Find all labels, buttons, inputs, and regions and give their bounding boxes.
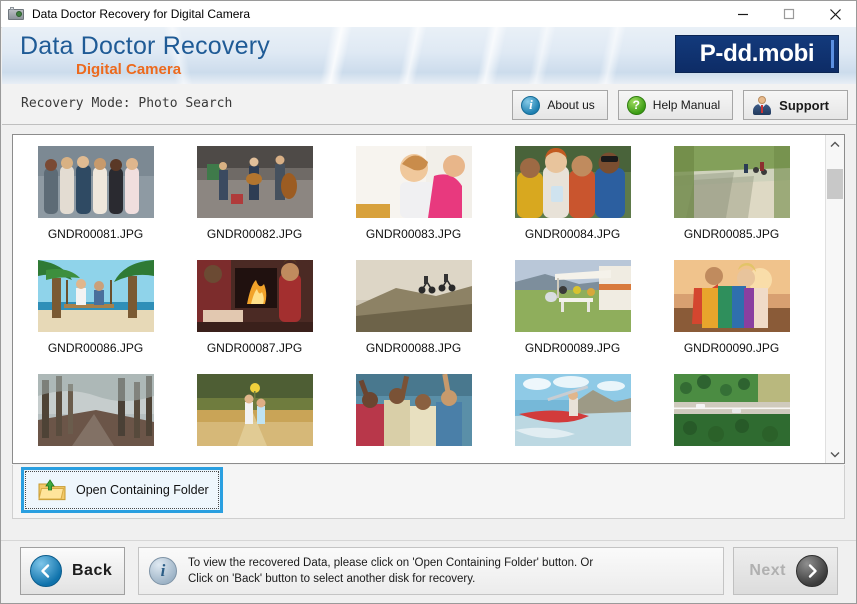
thumbnail-image[interactable] — [673, 374, 790, 446]
support-label: Support — [779, 97, 829, 113]
scroll-down-button[interactable] — [826, 445, 844, 463]
thumbnail-filename: GNDR00088.JPG — [365, 341, 462, 355]
thumbnail-image[interactable] — [514, 146, 631, 218]
window-controls — [720, 1, 856, 27]
back-button[interactable]: Back — [20, 547, 125, 595]
thumbnail-image[interactable] — [37, 374, 154, 446]
thumbnail-image[interactable] — [673, 260, 790, 332]
thumbnail-row: GNDR00081.JPG GNDR00082.JPG GNDR00083.JP… — [13, 142, 825, 256]
logo-accent-bar — [831, 40, 834, 68]
brand-logo-text: P-dd.mobi — [699, 40, 815, 67]
brand-logo: P-dd.mobi — [675, 35, 839, 73]
help-manual-label: Help Manual — [652, 98, 721, 112]
thumbnail-image[interactable] — [355, 146, 472, 218]
thumbnail-filename: GNDR00083.JPG — [365, 227, 462, 241]
thumbnail-image[interactable] — [37, 260, 154, 332]
open-containing-folder-label: Open Containing Folder — [76, 483, 209, 497]
thumbnail-item[interactable] — [655, 370, 808, 463]
footer-bar: Back i To view the recovered Data, pleas… — [1, 540, 856, 603]
about-us-button[interactable]: i About us — [512, 90, 608, 120]
recovery-mode-bar: Recovery Mode: Photo Search i About us ?… — [2, 84, 856, 125]
title-bar: Data Doctor Recovery for Digital Camera — [1, 1, 856, 28]
recovered-files-panel: GNDR00081.JPG GNDR00082.JPG GNDR00083.JP… — [12, 134, 845, 464]
thumbnail-item[interactable] — [496, 370, 649, 463]
help-manual-button[interactable]: ? Help Manual — [617, 90, 734, 120]
thumbnail-item[interactable] — [178, 370, 331, 463]
thumbnail-filename: GNDR00090.JPG — [683, 341, 780, 355]
folder-upload-icon — [38, 478, 66, 502]
maximize-button[interactable] — [766, 1, 812, 27]
thumbnail-image[interactable] — [355, 260, 472, 332]
thumbnail-row — [13, 370, 825, 463]
thumbnail-item[interactable]: GNDR00081.JPG — [19, 142, 172, 256]
thumbnail-item[interactable]: GNDR00090.JPG — [655, 256, 808, 370]
vertical-scrollbar[interactable] — [825, 135, 844, 463]
open-containing-folder-button[interactable]: Open Containing Folder — [25, 471, 219, 509]
back-button-label: Back — [72, 562, 113, 579]
thumbnail-item[interactable]: GNDR00082.JPG — [178, 142, 331, 256]
question-icon: ? — [626, 95, 646, 115]
support-button[interactable]: Support — [743, 90, 848, 120]
thumbnail-image[interactable] — [514, 260, 631, 332]
thumbnail-image[interactable] — [673, 146, 790, 218]
thumbnail-image[interactable] — [514, 374, 631, 446]
info-message-line1: To view the recovered Data, please click… — [188, 557, 594, 569]
thumbnail-image[interactable] — [37, 146, 154, 218]
thumbnail-image[interactable] — [196, 374, 313, 446]
next-button-label: Next — [749, 562, 786, 579]
camera-icon — [8, 6, 24, 22]
chevron-left-circle-icon — [30, 555, 62, 587]
info-message-line2: Click on 'Back' button to select another… — [188, 573, 476, 585]
thumbnail-image[interactable] — [196, 146, 313, 218]
next-button[interactable]: Next — [733, 547, 838, 595]
close-button[interactable] — [812, 1, 856, 27]
thumbnail-item[interactable] — [19, 370, 172, 463]
thumbnail-filename: GNDR00082.JPG — [206, 227, 303, 241]
scroll-up-button[interactable] — [826, 135, 844, 153]
thumbnail-filename: GNDR00086.JPG — [47, 341, 144, 355]
thumbnail-filename: GNDR00084.JPG — [524, 227, 621, 241]
about-us-label: About us — [547, 98, 595, 112]
thumbnail-item[interactable]: GNDR00086.JPG — [19, 256, 172, 370]
thumbnail-grid: GNDR00081.JPG GNDR00082.JPG GNDR00083.JP… — [13, 135, 825, 463]
thumbnail-item[interactable]: GNDR00083.JPG — [337, 142, 490, 256]
thumbnail-filename: GNDR00087.JPG — [206, 341, 303, 355]
info-message-box: i To view the recovered Data, please cli… — [138, 547, 724, 595]
application-window: Data Doctor Recovery for Digital Camera … — [0, 0, 857, 604]
action-bar: Open Containing Folder — [12, 465, 845, 519]
thumbnail-item[interactable] — [337, 370, 490, 463]
banner-title: Data Doctor Recovery — [20, 32, 270, 60]
thumbnail-filename: GNDR00081.JPG — [47, 227, 144, 241]
scrollbar-thumb[interactable] — [827, 169, 843, 199]
header-button-group: i About us ? Help Manual Support — [512, 90, 848, 120]
support-person-icon — [752, 95, 772, 115]
thumbnail-filename: GNDR00089.JPG — [524, 341, 621, 355]
thumbnail-item[interactable]: GNDR00088.JPG — [337, 256, 490, 370]
thumbnail-item[interactable]: GNDR00089.JPG — [496, 256, 649, 370]
thumbnail-image[interactable] — [196, 260, 313, 332]
info-message-text: To view the recovered Data, please click… — [188, 555, 593, 587]
app-banner: Data Doctor Recovery Digital Camera P-dd… — [2, 27, 856, 84]
info-icon: i — [521, 95, 541, 115]
minimize-button[interactable] — [720, 1, 766, 27]
thumbnail-item[interactable]: GNDR00087.JPG — [178, 256, 331, 370]
thumbnail-image[interactable] — [355, 374, 472, 446]
chevron-right-circle-icon — [796, 555, 828, 587]
thumbnail-item[interactable]: GNDR00085.JPG — [655, 142, 808, 256]
banner-subtitle: Digital Camera — [76, 61, 182, 78]
thumbnail-row: GNDR00086.JPG GNDR00087.JPG GNDR00088.JP… — [13, 256, 825, 370]
info-icon: i — [149, 557, 177, 585]
window-title: Data Doctor Recovery for Digital Camera — [32, 7, 251, 21]
recovery-mode-label: Recovery Mode: Photo Search — [21, 96, 233, 111]
thumbnail-filename: GNDR00085.JPG — [683, 227, 780, 241]
thumbnail-item[interactable]: GNDR00084.JPG — [496, 142, 649, 256]
open-containing-folder-focus: Open Containing Folder — [21, 467, 223, 513]
